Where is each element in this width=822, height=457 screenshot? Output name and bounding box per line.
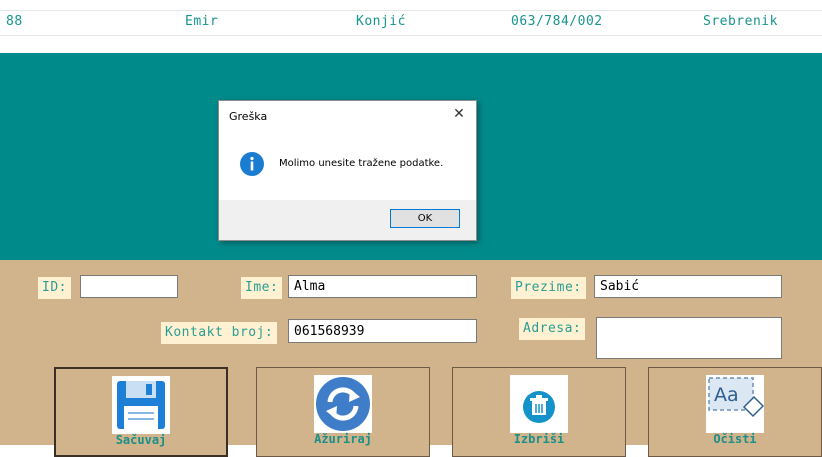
prezime-label: Prezime:	[511, 277, 586, 299]
delete-button[interactable]: Izbriši	[452, 367, 626, 457]
row-id: 88	[6, 14, 23, 29]
adresa-input[interactable]	[596, 317, 782, 359]
update-button[interactable]: Ažuriraj	[256, 367, 430, 457]
row-telefon: 063/784/002	[511, 14, 603, 29]
trash-icon	[510, 375, 568, 433]
row-grad: Srebrenik	[703, 14, 778, 29]
dialog-message: Molimo unesite tražene podatke.	[279, 158, 444, 169]
close-icon[interactable]: ✕	[451, 106, 467, 122]
row-ime: Emir	[185, 14, 219, 29]
refresh-icon	[314, 375, 372, 433]
update-label: Ažuriraj	[314, 432, 372, 446]
data-row[interactable]: 88 Emir Konjić 063/784/002 Srebrenik	[0, 10, 822, 36]
clear-button[interactable]: Aa Očisti	[648, 367, 822, 457]
id-label: ID:	[38, 277, 71, 299]
dialog-footer: OK	[219, 200, 476, 240]
clear-label: Očisti	[713, 432, 757, 446]
adresa-label: Adresa:	[519, 318, 586, 340]
id-input[interactable]	[80, 275, 178, 298]
save-button[interactable]: Sačuvaj	[54, 367, 228, 457]
info-icon	[240, 152, 264, 176]
delete-label: Izbriši	[513, 432, 565, 446]
ime-label: Ime:	[241, 277, 283, 299]
kontakt-input[interactable]	[288, 319, 477, 343]
floppy-disk-icon	[112, 376, 170, 434]
kontakt-label: Kontakt broj:	[161, 322, 278, 344]
error-dialog: Greška ✕ Molimo unesite tražene podatke.…	[218, 100, 477, 241]
ime-input[interactable]	[288, 275, 477, 298]
row-prezime: Konjić	[356, 14, 406, 29]
ok-button[interactable]: OK	[390, 209, 460, 228]
svg-text:Aa: Aa	[714, 384, 739, 406]
prezime-input[interactable]	[594, 275, 782, 298]
dialog-title: Greška	[229, 110, 268, 123]
clear-format-icon: Aa	[706, 375, 764, 433]
